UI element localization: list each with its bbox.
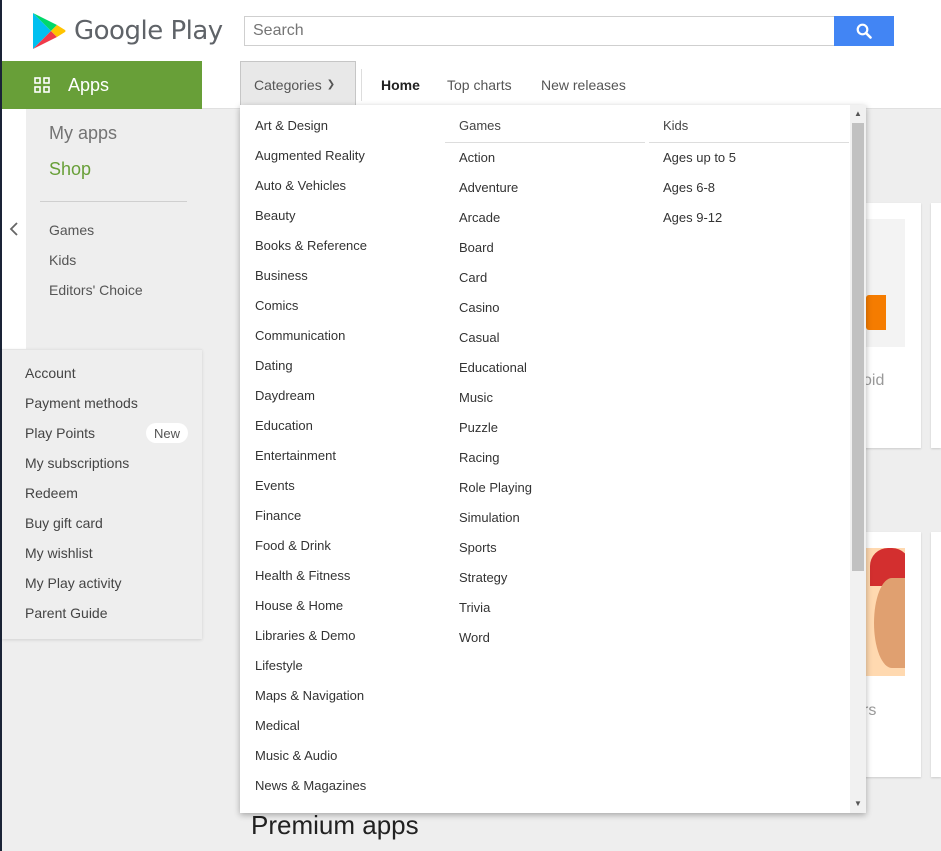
- scrollbar-thumb[interactable]: [852, 123, 864, 571]
- scroll-up-arrow-icon[interactable]: ▲: [850, 105, 866, 121]
- search-input[interactable]: [244, 16, 834, 46]
- app-card[interactable]: [860, 532, 921, 777]
- collapse-sidebar-button[interactable]: [2, 109, 26, 349]
- games-category-item[interactable]: Adventure: [445, 173, 645, 203]
- games-category-item[interactable]: Puzzle: [445, 413, 645, 443]
- category-item[interactable]: Lifestyle: [240, 651, 440, 681]
- games-categories-column: Games Action Adventure Arcade Board Card…: [445, 105, 645, 653]
- scroll-down-arrow-icon[interactable]: ▼: [850, 795, 866, 811]
- category-item[interactable]: Entertainment: [240, 441, 440, 471]
- categories-button[interactable]: Categories ❯: [240, 61, 356, 108]
- categories-label: Categories: [254, 76, 322, 93]
- games-category-item[interactable]: Casino: [445, 293, 645, 323]
- nav-new-releases[interactable]: New releases: [541, 61, 626, 109]
- sidebar-divider: [40, 201, 187, 202]
- menu-item-redeem[interactable]: Redeem: [25, 485, 78, 501]
- category-item[interactable]: Music & Audio: [240, 741, 440, 771]
- menu-item-payment-methods[interactable]: Payment methods: [25, 395, 138, 411]
- nav-home[interactable]: Home: [381, 61, 420, 109]
- dropdown-scrollbar[interactable]: ▲ ▼: [850, 105, 866, 813]
- category-item[interactable]: Education: [240, 411, 440, 441]
- logo-text: Google Play: [74, 16, 223, 46]
- app-card[interactable]: [931, 532, 941, 777]
- category-item[interactable]: Maps & Navigation: [240, 681, 440, 711]
- apps-tab-label: Apps: [68, 74, 110, 95]
- kids-category-item[interactable]: Ages up to 5: [649, 143, 849, 173]
- category-item[interactable]: Dating: [240, 351, 440, 381]
- sidebar-item-games[interactable]: Games: [49, 222, 94, 238]
- category-item[interactable]: House & Home: [240, 591, 440, 621]
- games-category-item[interactable]: Role Playing: [445, 473, 645, 503]
- games-category-item[interactable]: Arcade: [445, 203, 645, 233]
- games-category-item[interactable]: Music: [445, 383, 645, 413]
- chevron-down-icon: ❯: [326, 79, 336, 90]
- nav-top-charts[interactable]: Top charts: [447, 61, 512, 109]
- kids-heading[interactable]: Kids: [649, 105, 849, 143]
- categories-dropdown: Art & Design Augmented Reality Auto & Ve…: [240, 105, 866, 813]
- apps-tab[interactable]: Apps: [2, 61, 202, 109]
- games-category-item[interactable]: Card: [445, 263, 645, 293]
- menu-item-account[interactable]: Account: [25, 365, 76, 381]
- games-category-item[interactable]: Action: [445, 143, 645, 173]
- category-item[interactable]: Comics: [240, 291, 440, 321]
- games-category-item[interactable]: Casual: [445, 323, 645, 353]
- category-item[interactable]: Events: [240, 471, 440, 501]
- menu-item-parent-guide[interactable]: Parent Guide: [25, 605, 108, 621]
- games-category-item[interactable]: Racing: [445, 443, 645, 473]
- games-category-item[interactable]: Word: [445, 623, 645, 653]
- games-category-item[interactable]: Trivia: [445, 593, 645, 623]
- menu-item-my-subscriptions[interactable]: My subscriptions: [25, 455, 129, 471]
- category-item[interactable]: Medical: [240, 711, 440, 741]
- kids-categories-column: Kids Ages up to 5 Ages 6-8 Ages 9-12: [649, 105, 849, 233]
- chevron-left-icon: [9, 222, 18, 236]
- app-card[interactable]: [931, 203, 941, 448]
- card-title-fragment: oid: [863, 372, 885, 389]
- sidebar-item-my-apps[interactable]: My apps: [49, 123, 117, 144]
- category-item[interactable]: Health & Fitness: [240, 561, 440, 591]
- games-category-item[interactable]: Educational: [445, 353, 645, 383]
- category-item[interactable]: Books & Reference: [240, 231, 440, 261]
- category-item[interactable]: Communication: [240, 321, 440, 351]
- sidebar-item-editors-choice[interactable]: Editors' Choice: [49, 282, 143, 298]
- menu-item-play-points[interactable]: Play Points: [25, 425, 95, 441]
- apps-categories-column: Art & Design Augmented Reality Auto & Ve…: [240, 105, 440, 801]
- games-heading[interactable]: Games: [445, 105, 645, 143]
- category-item[interactable]: Augmented Reality: [240, 141, 440, 171]
- search-icon: [856, 23, 872, 39]
- category-item[interactable]: Auto & Vehicles: [240, 171, 440, 201]
- nav-divider: [361, 69, 362, 101]
- sidebar-item-shop[interactable]: Shop: [49, 159, 91, 180]
- search-button[interactable]: [834, 16, 894, 46]
- games-category-item[interactable]: Sports: [445, 533, 645, 563]
- google-play-logo[interactable]: Google Play: [32, 12, 223, 50]
- category-item[interactable]: Art & Design: [240, 111, 440, 141]
- app-card[interactable]: [860, 203, 921, 448]
- kids-category-item[interactable]: Ages 6-8: [649, 173, 849, 203]
- new-badge: New: [146, 423, 189, 443]
- menu-item-buy-gift-card[interactable]: Buy gift card: [25, 515, 103, 531]
- category-item[interactable]: News & Magazines: [240, 771, 440, 801]
- menu-item-my-play-activity[interactable]: My Play activity: [25, 575, 121, 591]
- category-item[interactable]: Finance: [240, 501, 440, 531]
- category-item[interactable]: Business: [240, 261, 440, 291]
- category-item[interactable]: Food & Drink: [240, 531, 440, 561]
- apps-grid-icon: [34, 77, 50, 93]
- play-triangle-icon: [33, 13, 66, 49]
- category-item[interactable]: Beauty: [240, 201, 440, 231]
- menu-item-my-wishlist[interactable]: My wishlist: [25, 545, 93, 561]
- category-item[interactable]: Daydream: [240, 381, 440, 411]
- section-title: Premium apps: [251, 810, 419, 840]
- category-item[interactable]: Libraries & Demo: [240, 621, 440, 651]
- games-category-item[interactable]: Board: [445, 233, 645, 263]
- games-category-item[interactable]: Simulation: [445, 503, 645, 533]
- kids-category-item[interactable]: Ages 9-12: [649, 203, 849, 233]
- sidebar-item-kids[interactable]: Kids: [49, 252, 76, 268]
- games-category-item[interactable]: Strategy: [445, 563, 645, 593]
